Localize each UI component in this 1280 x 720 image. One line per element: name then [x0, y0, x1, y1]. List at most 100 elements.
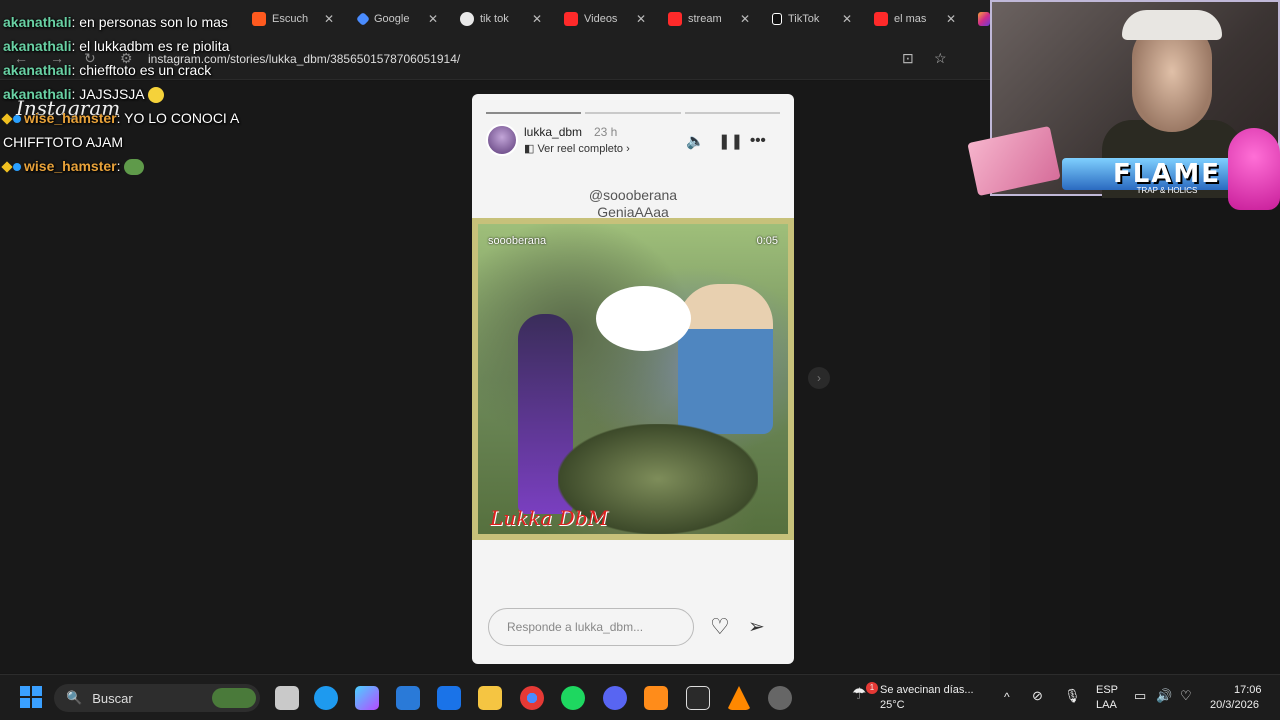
- outlook-icon[interactable]: [437, 686, 461, 710]
- reel-icon: ◧: [524, 143, 538, 155]
- pink-figure-sticker: [1228, 128, 1280, 210]
- search-highlight-icon[interactable]: [212, 688, 256, 708]
- edge-icon[interactable]: [314, 686, 338, 710]
- microphone-icon[interactable]: 🎙: [1064, 688, 1081, 704]
- temperature: 25°C: [880, 699, 905, 711]
- install-app-icon[interactable]: ⊡: [902, 50, 914, 67]
- chat-text: JAJSJSJA: [79, 86, 144, 102]
- chat-message-continued: CHIFFTOTO AJAM: [3, 130, 239, 154]
- media-speech-bubble: [596, 286, 691, 351]
- tab-label: Google: [374, 13, 410, 25]
- story-progress-bar: [486, 112, 780, 114]
- file-explorer-icon[interactable]: [478, 686, 502, 710]
- emoji-icon: [147, 87, 164, 104]
- browser-tab[interactable]: Escuch ✕: [252, 6, 334, 32]
- settings-app-icon[interactable]: [768, 686, 792, 710]
- pepe-emote-icon: [124, 159, 145, 176]
- browser-tab[interactable]: el mas ✕: [874, 6, 956, 32]
- tab-label: stream: [688, 13, 722, 25]
- reel-link-label: Ver reel completo: [537, 143, 624, 155]
- webcam-hat: [1122, 10, 1222, 40]
- chat-text: CHIFFTOTO AJAM: [3, 134, 124, 150]
- stream-chat-overlay: akanathali: en personas son lo mas akana…: [1, 10, 240, 178]
- mic-muted-icon[interactable]: ⊘: [1032, 688, 1043, 704]
- next-story-chevron-icon[interactable]: ›: [808, 367, 830, 389]
- tab-label: Escuch: [272, 13, 309, 25]
- chat-text: el lukkadbm es re piolita: [79, 38, 230, 54]
- cloud-app-icon[interactable]: [644, 686, 668, 710]
- youtube-icon: [564, 12, 578, 26]
- caption-mention[interactable]: @sooobera​na: [472, 187, 794, 204]
- story-username[interactable]: lukka_dbm: [524, 125, 582, 139]
- tab-label: tik tok: [480, 13, 509, 25]
- close-tab-icon[interactable]: ✕: [740, 12, 750, 26]
- battery-icon[interactable]: ♡: [1180, 688, 1192, 704]
- browser-tab[interactable]: Google ✕: [355, 6, 438, 32]
- weather-icon[interactable]: ☂: [852, 684, 866, 704]
- clock-time[interactable]: 17:06: [1234, 684, 1262, 696]
- show-hidden-icons-icon[interactable]: ^: [1004, 690, 1010, 704]
- media-duration: 0:05: [756, 235, 778, 247]
- input-language[interactable]: ESP: [1096, 684, 1118, 696]
- reply-input[interactable]: Responde a lukka_dbm...: [488, 608, 694, 646]
- copilot-icon[interactable]: [355, 686, 379, 710]
- close-tab-icon[interactable]: ✕: [324, 12, 334, 26]
- media-username: sooobera​na: [488, 235, 547, 247]
- clock-date[interactable]: 20/3/2026: [1210, 699, 1259, 711]
- send-icon[interactable]: ➢: [748, 614, 765, 639]
- chrome-icon[interactable]: [520, 686, 544, 710]
- tab-label: Videos: [584, 13, 618, 25]
- tab-label: TikTok: [788, 13, 820, 25]
- task-view-icon[interactable]: [275, 686, 299, 710]
- chat-text: YO LO CONOCI A: [124, 110, 240, 126]
- search-icon: 🔍: [66, 690, 83, 705]
- view-full-reel-link[interactable]: ◧ Ver reel completo ›: [524, 142, 630, 155]
- chat-message: akanathali: chiefftoto es un crack: [3, 62, 212, 78]
- volume-icon[interactable]: 🔈: [686, 132, 705, 150]
- network-icon[interactable]: ▭: [1134, 688, 1146, 704]
- chat-text: en personas son lo mas: [79, 14, 228, 30]
- youtube-icon: [668, 12, 682, 26]
- avatar[interactable]: [486, 124, 518, 156]
- keyboard-layout[interactable]: LAA: [1096, 699, 1117, 711]
- discord-icon[interactable]: [603, 686, 627, 710]
- browser-tab-active[interactable]: [978, 6, 990, 32]
- story-timestamp: 23 h: [594, 125, 618, 139]
- instagram-icon: [978, 12, 990, 26]
- story-viewer[interactable]: lukka_dbm 23 h ◧ Ver reel completo › 🔈 ❚…: [472, 94, 794, 664]
- crown-badge-icon: [1, 161, 13, 173]
- epic-games-icon[interactable]: [686, 686, 710, 710]
- close-tab-icon[interactable]: ✕: [428, 12, 438, 26]
- verified-badge-icon: [13, 115, 21, 123]
- chat-username: akanathali: [3, 38, 72, 54]
- spotify-icon[interactable]: [561, 686, 585, 710]
- story-caption: @sooobera​na GeniaAAaa: [472, 187, 794, 221]
- store-icon[interactable]: [396, 686, 420, 710]
- chat-message: wise_hamster:: [1, 154, 239, 178]
- like-heart-icon[interactable]: ♡: [710, 614, 730, 640]
- more-options-icon[interactable]: •••: [750, 132, 766, 149]
- chat-message: akanathali: el lukkadbm es re piolita: [3, 38, 230, 54]
- tab-label: el mas: [894, 13, 927, 25]
- browser-tab[interactable]: tik tok ✕: [460, 6, 542, 32]
- windows-start-icon[interactable]: [20, 686, 42, 708]
- browser-tab[interactable]: stream ✕: [668, 6, 750, 32]
- weather-text[interactable]: Se avecinan días...: [880, 684, 974, 696]
- pause-icon[interactable]: ❚❚: [718, 132, 743, 150]
- browser-tab[interactable]: Videos ✕: [564, 6, 646, 32]
- story-media[interactable]: sooobera​na 0:05 Lukka DbM: [472, 218, 794, 540]
- chat-message: akanathali: JAJSJSJA: [3, 82, 239, 106]
- verified-badge-icon: [13, 163, 21, 171]
- browser-tab[interactable]: TikTok ✕: [772, 6, 852, 32]
- close-tab-icon[interactable]: ✕: [636, 12, 646, 26]
- chat-username: akanathali: [3, 86, 72, 102]
- gemini-icon: [355, 11, 371, 27]
- close-tab-icon[interactable]: ✕: [842, 12, 852, 26]
- media-signature: Lukka DbM: [490, 506, 608, 530]
- weather-badge: 1: [866, 682, 878, 694]
- bookmark-star-icon[interactable]: ☆: [934, 50, 947, 67]
- youtube-icon: [874, 12, 888, 26]
- volume-tray-icon[interactable]: 🔊: [1156, 688, 1172, 704]
- close-tab-icon[interactable]: ✕: [946, 12, 956, 26]
- close-tab-icon[interactable]: ✕: [532, 12, 542, 26]
